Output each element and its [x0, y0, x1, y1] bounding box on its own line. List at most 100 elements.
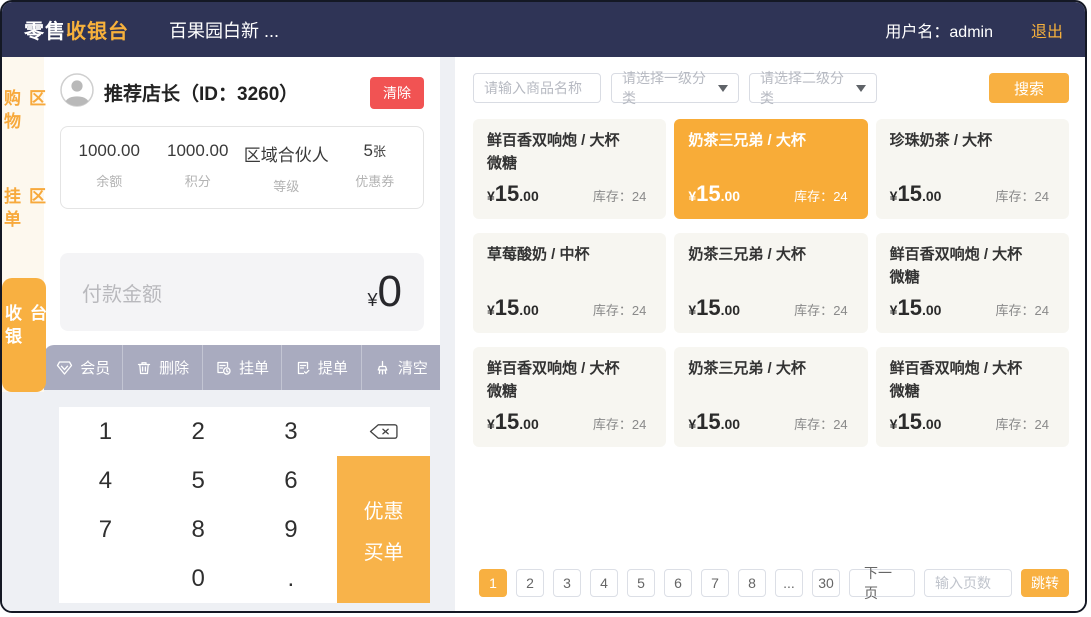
product-price: ¥15.00	[688, 409, 740, 435]
key-7[interactable]: 7	[59, 505, 152, 554]
product-price: ¥15.00	[487, 295, 539, 321]
key-.[interactable]: .	[245, 554, 338, 603]
member-row: 推荐店长（ID：3260） 清除	[44, 57, 440, 112]
app-title-prefix: 零售	[24, 21, 66, 43]
sidebar-background: 购物区 挂单区 收银台	[2, 57, 44, 392]
product-stock: 库存：24	[593, 186, 646, 205]
page-button-4[interactable]: 4	[590, 569, 618, 597]
product-card[interactable]: 奶茶三兄弟 / 大杯 ¥15.00 库存：24	[674, 347, 867, 447]
product-card[interactable]: 草莓酸奶 / 中杯 ¥15.00库存：24	[473, 233, 666, 333]
stat-coupons-value: 5张	[331, 141, 420, 161]
page-button-8[interactable]: 8	[738, 569, 766, 597]
product-card-bottom: ¥15.00 库存：24	[688, 409, 853, 435]
product-stock: 库存：24	[794, 414, 847, 433]
clear-member-button[interactable]: 清除	[370, 77, 424, 109]
product-card-bottom: ¥15.00库存：24	[688, 181, 853, 207]
product-stock: 库存：24	[996, 300, 1049, 319]
product-name: 奶茶三兄弟 / 大杯	[688, 357, 853, 380]
key-2[interactable]: 2	[152, 407, 245, 456]
sidebar-tab-shopping-area[interactable]: 购物区	[0, 89, 48, 151]
product-name: 鲜百香双响炮 / 大杯	[890, 243, 1055, 266]
product-name-input[interactable]	[473, 73, 601, 103]
logout-button[interactable]: 退出	[1031, 18, 1063, 42]
product-card[interactable]: 鲜百香双响炮 / 大杯微糖¥15.00库存：24	[473, 347, 666, 447]
discount-checkout-button[interactable]: 优惠买单	[337, 456, 430, 603]
payment-amount-field[interactable]: 付款金额 ¥ 0	[60, 253, 424, 331]
stat-points: 1000.00 积分	[154, 141, 243, 195]
backspace-key[interactable]	[337, 407, 430, 456]
jump-button[interactable]: 跳转	[1021, 569, 1069, 597]
hold-order-button[interactable]: 挂单	[202, 345, 281, 390]
next-page-button[interactable]: 下一页	[849, 569, 915, 597]
product-card[interactable]: 奶茶三兄弟 / 大杯¥15.00库存：24	[674, 233, 867, 333]
key-1[interactable]: 1	[59, 407, 152, 456]
product-name: 奶茶三兄弟 / 大杯	[688, 129, 853, 152]
key-9[interactable]: 9	[245, 505, 338, 554]
product-card[interactable]: 鲜百香双响炮 / 大杯微糖¥15.00库存：24	[876, 233, 1069, 333]
page-button-2[interactable]: 2	[516, 569, 544, 597]
product-name: 草莓酸奶 / 中杯	[487, 243, 652, 266]
page-button-6[interactable]: 6	[664, 569, 692, 597]
sidebar-tab-held-orders[interactable]: 挂单区	[0, 187, 48, 249]
currency-symbol: ¥	[487, 416, 495, 432]
key-5[interactable]: 5	[152, 456, 245, 505]
action-toolbar: 会员 删除	[44, 345, 440, 390]
category2-select[interactable]: 请选择二级分类	[749, 73, 877, 103]
product-card[interactable]: 珍珠奶茶 / 大杯¥15.00库存：24	[876, 119, 1069, 219]
member-button[interactable]: 会员	[44, 345, 122, 390]
page-button-3[interactable]: 3	[553, 569, 581, 597]
page-number-input[interactable]	[924, 569, 1012, 597]
page-button-1[interactable]: 1	[479, 569, 507, 597]
hold-order-icon	[215, 360, 232, 376]
key-6[interactable]: 6	[245, 456, 338, 505]
app-title-suffix: 收银台	[66, 21, 129, 43]
product-stock: 库存：24	[794, 300, 847, 319]
product-price: ¥15.00	[487, 409, 539, 435]
currency-symbol: ¥	[688, 416, 696, 432]
product-price: ¥15.00	[688, 181, 740, 207]
retrieve-order-icon	[295, 360, 311, 376]
currency-symbol: ¥	[368, 290, 378, 311]
product-card-bottom: ¥15.00库存：24	[487, 295, 652, 321]
page-ellipsis-button[interactable]: ...	[775, 569, 803, 597]
product-price: ¥15.00	[688, 295, 740, 321]
vip-icon	[56, 360, 73, 376]
pos-window: 零售收银台 百果园白新 ... 用户名：admin 退出 购物区 挂单区 收银台	[0, 0, 1087, 613]
keypad-empty-cell	[59, 554, 152, 603]
retrieve-order-button[interactable]: 提单	[281, 345, 360, 390]
stat-points-value: 1000.00	[154, 141, 243, 161]
product-card[interactable]: 奶茶三兄弟 / 大杯 ¥15.00库存：24	[674, 119, 867, 219]
product-stock: 库存：24	[996, 414, 1049, 433]
key-3[interactable]: 3	[245, 407, 338, 456]
store-name: 百果园白新 ...	[169, 17, 279, 43]
category1-select[interactable]: 请选择一级分类	[611, 73, 739, 103]
clear-all-button[interactable]: 清空	[361, 345, 440, 390]
delete-button[interactable]: 删除	[122, 345, 201, 390]
search-button[interactable]: 搜索	[989, 73, 1069, 103]
product-card[interactable]: 鲜百香双响炮 / 大杯微糖¥15.00库存：24	[876, 347, 1069, 447]
stat-balance-label: 余额	[65, 171, 154, 190]
stat-balance: 1000.00 余额	[65, 141, 154, 195]
clear-all-icon	[374, 360, 391, 376]
product-price: ¥15.00	[487, 181, 539, 207]
page-button-7[interactable]: 7	[701, 569, 729, 597]
stat-level: 区域合伙人 等级	[242, 141, 331, 195]
product-card[interactable]: 鲜百香双响炮 / 大杯微糖¥15.00库存：24	[473, 119, 666, 219]
member-payment-section: 推荐店长（ID：3260） 清除 1000.00 余额 1000.00 积分 区…	[44, 57, 440, 390]
product-name-line2: 微糖	[890, 380, 1055, 403]
key-8[interactable]: 8	[152, 505, 245, 554]
sidebar-tab-cashier[interactable]: 收银台	[2, 278, 46, 392]
currency-symbol: ¥	[890, 416, 898, 432]
stat-coupons-label: 优惠券	[331, 171, 420, 190]
page-button-30[interactable]: 30	[812, 569, 840, 597]
key-0[interactable]: 0	[152, 554, 245, 603]
product-name-line2: 微糖	[487, 152, 652, 175]
sidebar: 购物区 挂单区 收银台	[2, 57, 44, 611]
product-card-bottom: ¥15.00库存：24	[890, 409, 1055, 435]
top-bar: 零售收银台 百果园白新 ... 用户名：admin 退出	[2, 2, 1085, 57]
page-button-5[interactable]: 5	[627, 569, 655, 597]
payment-amount-value: 0	[378, 270, 402, 314]
key-4[interactable]: 4	[59, 456, 152, 505]
category1-placeholder: 请选择一级分类	[622, 68, 718, 108]
app-title: 零售收银台	[24, 15, 129, 44]
